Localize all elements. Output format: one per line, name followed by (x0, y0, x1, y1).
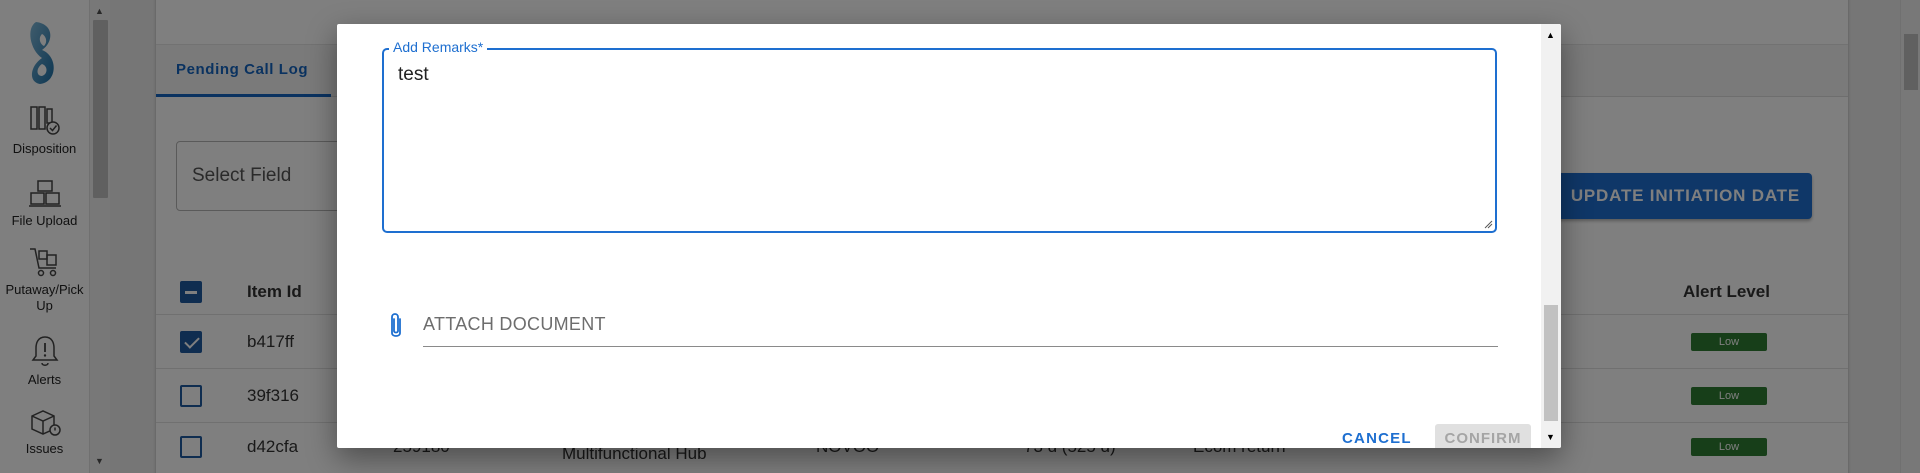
add-remarks-dialog: test Add Remarks* ATTACH DOCUMENT CANCEL… (337, 24, 1561, 448)
scroll-up-arrow-icon[interactable]: ▲ (1546, 30, 1555, 40)
paperclip-icon[interactable] (386, 310, 406, 342)
remarks-label: Add Remarks* (389, 39, 488, 55)
attach-document-field[interactable]: ATTACH DOCUMENT (423, 314, 1498, 347)
cancel-button[interactable]: CANCEL (1342, 430, 1412, 447)
scroll-down-arrow-icon[interactable]: ▼ (1546, 432, 1555, 442)
remarks-value: test (398, 64, 429, 85)
resize-grip-icon[interactable] (1483, 219, 1493, 229)
confirm-button[interactable]: CONFIRM (1435, 424, 1531, 448)
scrollbar-thumb[interactable] (1544, 305, 1558, 421)
dialog-scrollbar[interactable]: ▲ ▼ (1541, 24, 1561, 448)
remarks-textarea[interactable]: test (382, 48, 1497, 233)
